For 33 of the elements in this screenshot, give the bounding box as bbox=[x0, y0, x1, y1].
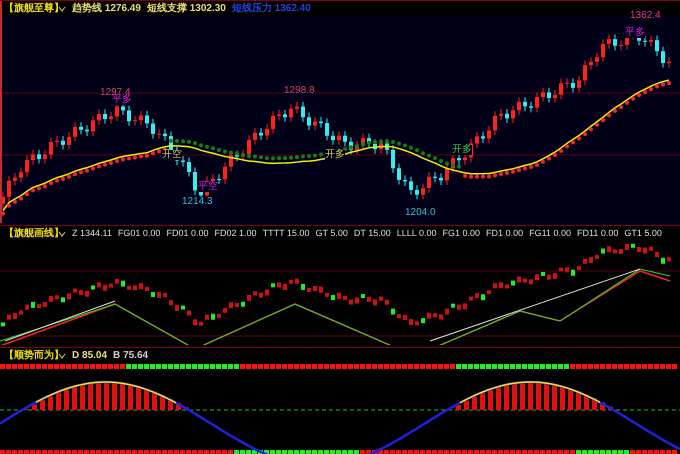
chevron-down-icon[interactable] bbox=[58, 352, 66, 358]
indicator-value: 短线压力 1362.40 bbox=[232, 4, 311, 14]
chevron-down-icon[interactable] bbox=[58, 230, 66, 236]
indicator-value: FG1 0.00 bbox=[442, 229, 480, 238]
price-label: 平空 bbox=[198, 182, 218, 192]
indicator-title[interactable]: 【旗舰至尊】 bbox=[4, 4, 64, 14]
price-label: 开多 bbox=[452, 145, 472, 155]
price-label: 1204.0 bbox=[405, 208, 436, 218]
price-label: 1214.3 bbox=[182, 197, 213, 207]
price-label: 开空 bbox=[162, 150, 182, 160]
indicator-value: FD1 0.00 bbox=[486, 229, 524, 238]
indicator-value: FD11 0.00 bbox=[576, 229, 618, 238]
chevron-down-icon[interactable] bbox=[58, 6, 66, 12]
indicator-value: D 85.04 bbox=[72, 350, 108, 360]
indicator-value: 趋势线 1276.49 bbox=[72, 4, 141, 14]
price-label: 开多 bbox=[325, 150, 345, 160]
indicator-value: FG01 0.00 bbox=[118, 229, 160, 238]
indicator-value: GT1 5.00 bbox=[624, 229, 662, 238]
indicator-value: FD01 0.00 bbox=[166, 229, 209, 238]
indicator-value: FG11 0.00 bbox=[529, 229, 571, 238]
price-label: 1298.8 bbox=[284, 86, 315, 96]
price-label: 平多 bbox=[625, 28, 645, 38]
indicator-title[interactable]: 【顺势而为】 bbox=[4, 350, 64, 360]
indicator-value: GT 5.00 bbox=[315, 229, 348, 238]
indicator-title[interactable]: 【旗舰画线】 bbox=[4, 228, 64, 238]
indicator-value: B 75.64 bbox=[113, 350, 148, 360]
indicator-value: LLLL 0.00 bbox=[396, 229, 436, 238]
indicator-value: TTTT 15.00 bbox=[262, 229, 310, 238]
indicator-value: FD02 1.00 bbox=[214, 229, 257, 238]
indicator-value: 短线支撑 1302.30 bbox=[146, 4, 226, 14]
price-label: 1362.4 bbox=[630, 11, 661, 21]
indicator-value: DT 15.00 bbox=[354, 229, 391, 238]
indicator-value: Z 1344.11 bbox=[72, 229, 112, 238]
